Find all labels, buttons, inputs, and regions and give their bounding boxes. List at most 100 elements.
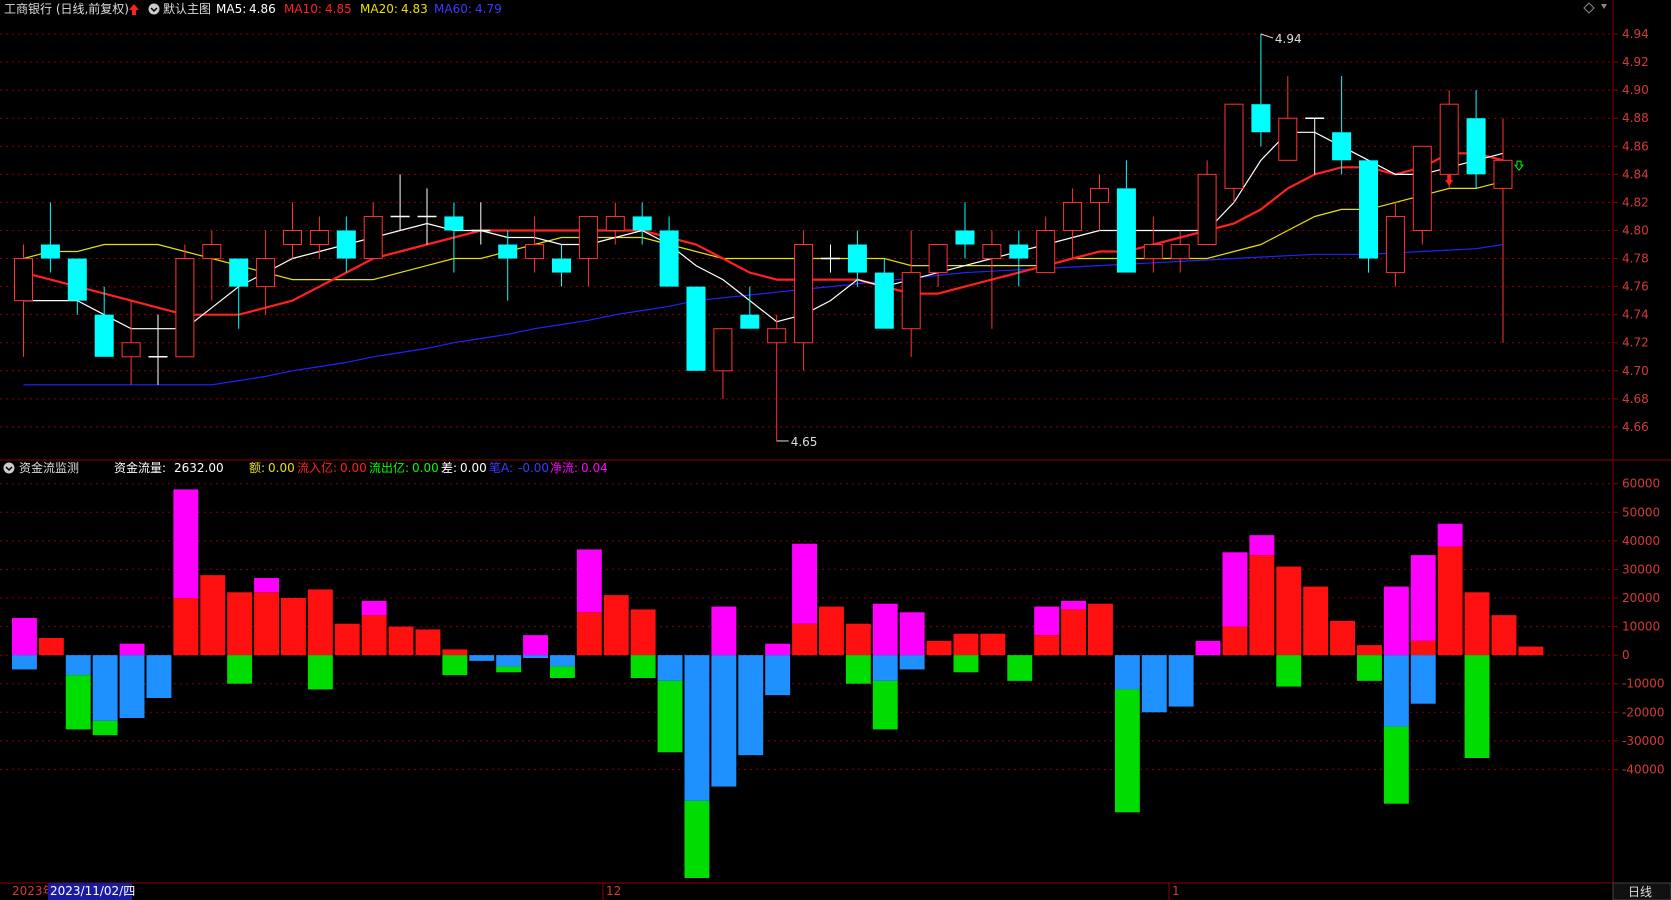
candle-body-down (444, 216, 464, 231)
candle-body-up (605, 215, 625, 231)
flow-bar-outflow-small (872, 655, 898, 681)
flow-bar-outflow (442, 655, 468, 676)
flow-bar-inflow (1222, 626, 1248, 656)
flow-bar-outflow (550, 666, 575, 678)
flow-label: 资金流量: (114, 460, 166, 475)
candle-body-up (363, 215, 383, 260)
high-price-label: 4.94 (1275, 32, 1302, 46)
flow-bar-large (1437, 523, 1463, 547)
flow-tick-label: 0 (1622, 648, 1630, 662)
candle-body-up (256, 258, 276, 288)
flow-bar-inflow (173, 598, 199, 656)
candle-body-up (1197, 173, 1217, 246)
flow-tick-label: 60000 (1622, 477, 1660, 491)
candle-body-up (1170, 244, 1190, 260)
flow-bar-outflow-small (12, 655, 37, 670)
flow-bar-inflow (1410, 640, 1436, 656)
flow-bar-outflow-small (711, 655, 737, 787)
month-label-1: 1 (1172, 884, 1180, 898)
ma20-label: MA20: (360, 2, 398, 16)
flow-bar-large (872, 603, 898, 656)
price-tick-label: 4.72 (1622, 336, 1649, 350)
flow-bar-inflow (334, 623, 360, 656)
flow-bar-large (361, 600, 387, 616)
candle-body-up (713, 328, 733, 372)
flow-bar-large (899, 612, 925, 656)
flow-bar-outflow-small (657, 655, 683, 681)
ma60-value: 4.79 (475, 2, 502, 16)
low-price-label: 4.65 (791, 435, 818, 449)
chevron-down-icon[interactable] (148, 3, 160, 15)
candle-body-up (1493, 159, 1513, 189)
indicator-chevron-icon[interactable] (3, 462, 15, 474)
candle-body-up (202, 244, 222, 260)
flow-bar-outflow-small (1383, 655, 1409, 727)
candle-body-up (175, 258, 195, 358)
candle-body-up (525, 244, 545, 260)
ma10-value: 4.85 (325, 2, 352, 16)
flow-bar-large (173, 489, 199, 598)
candle-body-down (336, 230, 356, 259)
candle-body-down (1332, 132, 1352, 161)
candle-body-up (901, 272, 921, 330)
inflow-value: 0.00 (340, 461, 367, 475)
diff-value: 0.00 (460, 461, 487, 475)
candle-body-up (982, 244, 1002, 260)
flow-bar-inflow (1437, 546, 1463, 656)
flow-bar-outflow-small (738, 655, 764, 756)
month-label-12: 12 (606, 884, 621, 898)
flow-bar-inflow (1303, 586, 1329, 656)
flow-bar-outflow (657, 680, 683, 753)
flow-tick-label: 50000 (1622, 505, 1660, 519)
candle-body-down (1116, 188, 1136, 273)
flow-bar-outflow (307, 655, 333, 690)
indicator-title[interactable]: 资金流监测 (19, 460, 79, 475)
price-tick-label: 4.86 (1622, 139, 1649, 153)
candle-body-up (1385, 215, 1405, 274)
flow-bar-inflow (1464, 592, 1490, 656)
flow-bar-large (12, 618, 37, 656)
flow-bar-inflow (254, 592, 279, 656)
outflow-label: 流出亿: (369, 460, 409, 475)
flow-bar-inflow (576, 612, 602, 656)
net-label: 净流: (550, 461, 578, 475)
candle-body-down (1251, 104, 1271, 133)
flow-bar-outflow-small (550, 655, 575, 667)
flow-bar-outflow (630, 655, 656, 678)
flow-bar-large (1034, 606, 1060, 636)
flow-bar-outflow (872, 680, 898, 730)
flow-bar-large (119, 643, 145, 656)
flow-bar-inflow (200, 575, 226, 656)
ma20-value: 4.83 (401, 2, 428, 16)
flow-bar-large (1195, 640, 1221, 656)
candle-body-down (659, 230, 679, 287)
flow-value: 2632.00 (174, 461, 224, 475)
price-tick-label: 4.76 (1622, 280, 1649, 294)
flow-bar-large (1061, 600, 1086, 610)
price-tick-label: 4.66 (1622, 420, 1649, 434)
candle-body-down (229, 258, 249, 287)
candle-body-down (1466, 118, 1486, 175)
flow-tick-label: -40000 (1622, 762, 1665, 776)
template-name[interactable]: 默认主图 (163, 1, 211, 16)
flow-bar-outflow (227, 655, 253, 684)
ma5-label: MA5: (216, 2, 246, 16)
flow-tick-label: -30000 (1622, 734, 1665, 748)
flow-bar-inflow (307, 589, 333, 656)
flow-bar-outflow-small (1114, 655, 1140, 690)
candle-body-down (1009, 244, 1029, 259)
flow-bar-outflow-small (119, 655, 145, 718)
flow-bar-inflow (792, 623, 817, 656)
flow-bar-large (1249, 535, 1275, 556)
flow-bar-outflow (1383, 726, 1409, 804)
amt-label: 额: (249, 461, 265, 475)
candle (1359, 160, 1378, 273)
flow-bar-inflow (1061, 609, 1086, 656)
flow-bar-large (1222, 552, 1248, 627)
chart-background (0, 0, 1671, 900)
flow-bar-outflow (1114, 689, 1140, 813)
flow-tick-label: 40000 (1622, 534, 1660, 548)
period-button[interactable]: 日线 (1628, 885, 1652, 899)
candle-body-down (94, 314, 114, 357)
flow-bar-inflow (38, 638, 64, 656)
